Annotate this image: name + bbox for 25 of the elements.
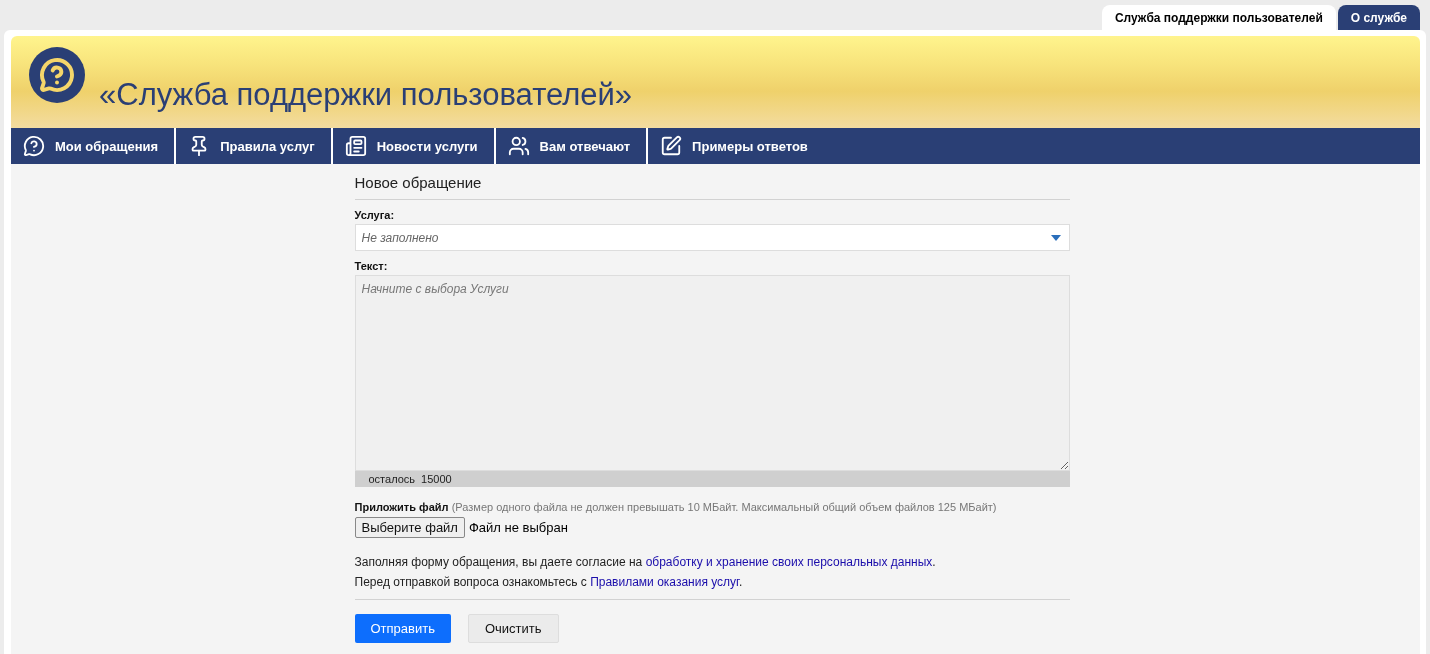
note-link[interactable]: Правилами оказания услуг <box>590 575 739 589</box>
choose-file-button[interactable]: Выберите файл <box>354 517 465 538</box>
attach-label: Приложить файл (Размер одного файла не должен превышать 10 МБайт. Максимальный общий объем файлов 125 МБайт) <box>354 501 998 513</box>
site-title: «Служба поддержки пользователей» <box>99 77 633 113</box>
field-label: Текст: <box>354 260 389 272</box>
consent-note: Заполняя форму обращения, вы даете согласие на обработку и хранение своих персональных данных. <box>354 554 937 571</box>
form-title: Новое обращение <box>354 164 1070 200</box>
question-bubble-logo-icon <box>29 47 85 103</box>
clear-button[interactable]: Очистить <box>467 614 559 643</box>
counter-label: осталось <box>368 473 416 485</box>
question-bubble-icon <box>23 135 45 157</box>
pen-square-icon <box>660 135 683 157</box>
top-tab[interactable]: О службе <box>1337 5 1420 30</box>
top-tab[interactable]: Служба поддержки пользователей <box>1101 5 1336 30</box>
file-status: Файл не выбран <box>468 520 568 535</box>
people-icon <box>507 135 530 157</box>
submit-button[interactable]: Отправить <box>354 614 451 643</box>
nav-item[interactable]: Примеры ответов <box>648 128 824 164</box>
field-label: Услуга: <box>354 209 396 221</box>
caret-icon <box>1050 234 1061 241</box>
consent-note: Перед отправкой вопроса ознакомьтесь с Правилами оказания услуг. <box>354 574 744 591</box>
text-area[interactable]: Начните с выбора Услуги <box>354 275 1070 471</box>
counter-value: 15000 <box>421 473 452 485</box>
newspaper-icon <box>344 135 367 157</box>
service-select[interactable]: Не заполнено <box>354 224 1070 251</box>
